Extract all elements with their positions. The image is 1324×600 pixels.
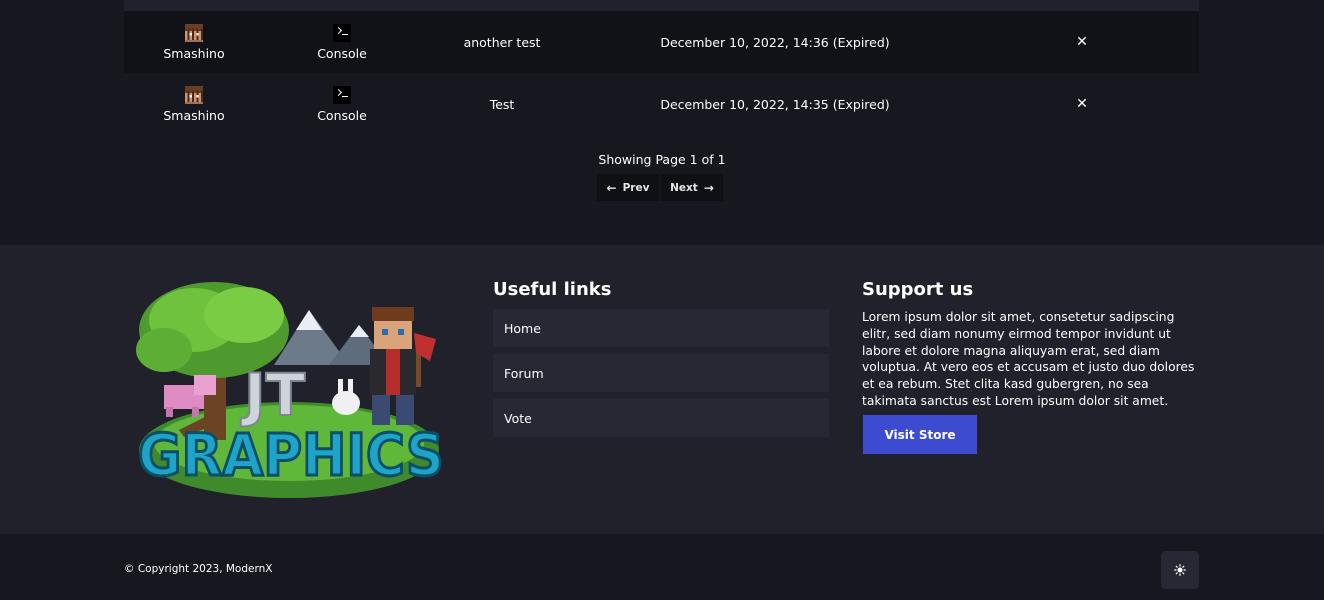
- theme-toggle-button[interactable]: [1161, 551, 1199, 589]
- issuer-cell: Smashino: [144, 73, 244, 135]
- punishments-section: Smashino Console another test December 1…: [0, 0, 1324, 245]
- arrow-right-icon: →: [703, 180, 714, 195]
- footer-link-vote[interactable]: Vote: [493, 399, 829, 437]
- arrow-left-icon: ←: [606, 180, 617, 195]
- date-cell: December 10, 2022, 14:35 (Expired): [650, 73, 900, 135]
- target-cell: Console: [292, 73, 392, 135]
- reason-cell: Test: [442, 73, 562, 135]
- reason-text: Test: [489, 96, 515, 112]
- table-row[interactable]: Smashino Console Test December 10, 2022,…: [124, 73, 1199, 135]
- target-name: Console: [317, 107, 367, 123]
- date-text: December 10, 2022, 14:36 (Expired): [660, 34, 890, 50]
- console-icon: [333, 85, 351, 104]
- support-title: Support us: [862, 279, 974, 300]
- support-text: Lorem ipsum dolor sit amet, consetetur s…: [862, 310, 1195, 408]
- prev-button[interactable]: ← Prev: [597, 174, 659, 201]
- remove-cell: ✕: [1062, 73, 1102, 135]
- target-cell: Console: [292, 11, 392, 73]
- sun-icon: [1174, 564, 1186, 576]
- player-head-icon: [185, 23, 203, 42]
- logo-graphics-text: GRAPHICS: [138, 421, 444, 489]
- pagination: ← Prev Next →: [597, 174, 723, 201]
- footer-link-home[interactable]: Home: [493, 309, 829, 347]
- reason-text: another test: [463, 34, 541, 50]
- close-icon[interactable]: ✕: [1076, 97, 1088, 111]
- visit-store-button[interactable]: Visit Store: [863, 415, 977, 454]
- bottom-bar: © Copyright 2023, ModernX: [0, 534, 1324, 600]
- table-header: [124, 0, 1199, 11]
- jt-graphics-logo: JT GRAPHICS: [136, 282, 446, 498]
- prev-label: Prev: [622, 181, 650, 194]
- issuer-cell: Smashino: [144, 11, 244, 73]
- player-head-icon: [185, 85, 203, 104]
- next-label: Next: [670, 181, 698, 194]
- useful-links-title: Useful links: [493, 279, 612, 300]
- pagination-status: Showing Page 1 of 1: [598, 152, 726, 167]
- issuer-name: Smashino: [163, 107, 225, 123]
- logo-jt-text: JT: [240, 361, 306, 429]
- date-cell: December 10, 2022, 14:36 (Expired): [650, 11, 900, 73]
- reason-cell: another test: [442, 11, 562, 73]
- footer-link-forum[interactable]: Forum: [493, 354, 829, 392]
- remove-cell: ✕: [1062, 11, 1102, 73]
- table-row[interactable]: Smashino Console another test December 1…: [124, 11, 1199, 73]
- date-text: December 10, 2022, 14:35 (Expired): [660, 96, 890, 112]
- issuer-name: Smashino: [163, 45, 225, 61]
- footer: JT GRAPHICS Useful links Home Forum Vote…: [0, 245, 1324, 534]
- close-icon[interactable]: ✕: [1076, 35, 1088, 49]
- copyright-text: © Copyright 2023, ModernX: [124, 563, 273, 575]
- console-icon: [333, 23, 351, 42]
- next-button[interactable]: Next →: [661, 174, 723, 201]
- target-name: Console: [317, 45, 367, 61]
